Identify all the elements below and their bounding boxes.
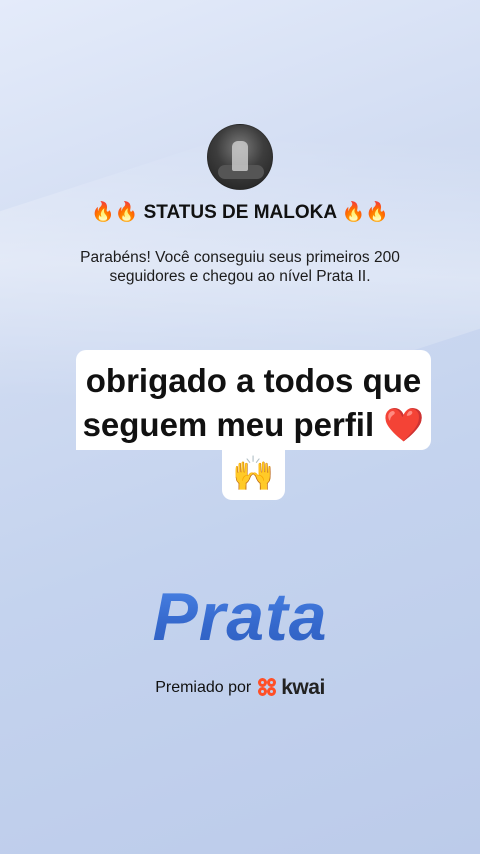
kwai-logo-text: kwai [281,676,325,699]
caption-bubble: obrigado a todos que seguem meu perfil ❤… [76,350,431,450]
kwai-logo-icon [258,678,278,698]
awarded-by-label: Premiado por [155,679,252,696]
awarded-by-row: Premiado por kwai [0,676,480,700]
caption-line-2-text: seguem meu perfil [82,406,384,443]
avatar[interactable] [207,124,273,190]
achievement-message: Parabéns! Você conseguiu seus primeiros … [80,249,400,285]
caption-line-3: 🙌 [222,448,285,500]
avatar-photo-person [232,141,248,171]
heart-emoji: ❤️ [383,406,425,443]
caption-line-2: seguem meu perfil ❤️ [76,406,431,445]
caption-line-1: obrigado a todos que [85,362,422,399]
level-badge-text: Prata [0,578,480,656]
status-title: 🔥🔥 STATUS DE MALOKA 🔥🔥 [91,202,389,223]
kwai-logo: kwai [258,676,325,700]
